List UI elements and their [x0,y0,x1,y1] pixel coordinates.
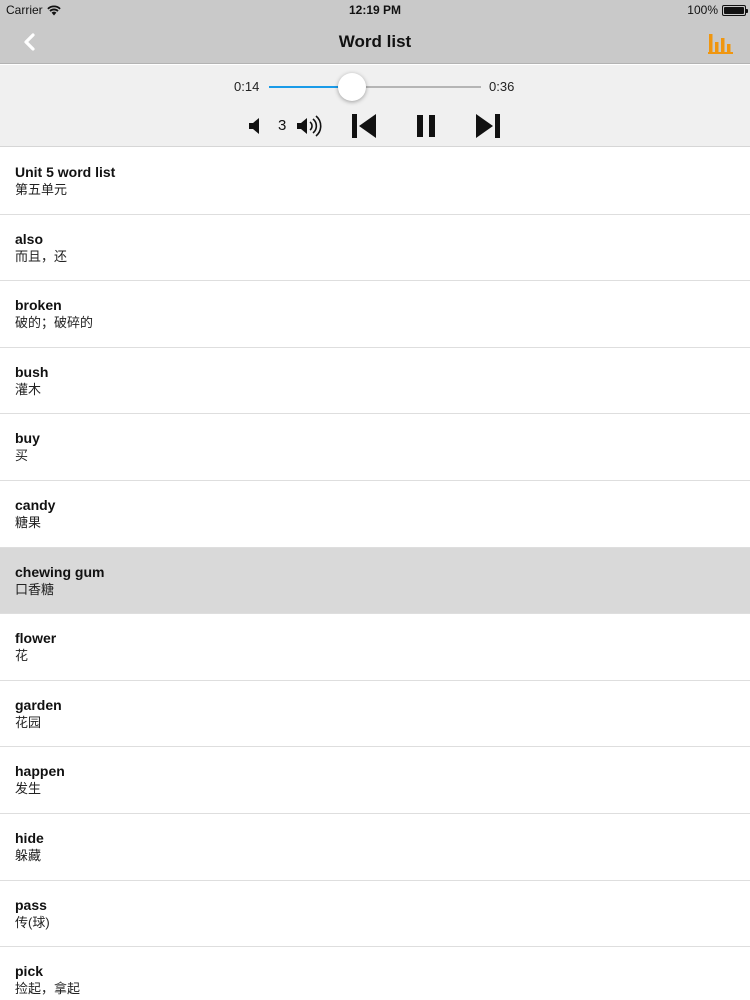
word-chinese: 而且，还 [15,248,68,264]
word-chinese: 糖果 [15,514,42,530]
word-english: garden [15,696,62,713]
bar-chart-icon [708,34,733,54]
word-chinese: 口香糖 [15,581,55,597]
word-english: hide [15,829,44,846]
word-chinese: 花园 [15,714,42,730]
word-english: also [15,230,44,247]
list-item[interactable]: Unit 5 word list 第五单元 [0,148,750,215]
word-english: buy [15,430,40,447]
page-title: Word list [338,32,412,51]
list-item[interactable]: happen 发生 [0,747,750,814]
word-list: Unit 5 word list 第五单元 also 而且，还 broken 破的；破… [0,148,750,1000]
word-chinese: 花 [15,648,29,664]
word-chinese: 买 [15,448,29,464]
list-item[interactable]: broken 破的；破碎的 [0,281,750,348]
list-item[interactable]: pick 捡起，拿起 [0,947,750,1000]
status-time: 12:19 PM [348,3,402,17]
progress-thumb[interactable] [337,73,366,101]
next-button[interactable] [474,113,502,139]
pause-icon [417,115,435,137]
status-bar: Carrier 12:19 PM 100% [0,0,750,20]
battery-percent: 100% [687,3,718,17]
word-english: Unit 5 word list [15,164,116,180]
volume-level: 3 [278,117,287,134]
pause-button[interactable] [414,113,438,139]
word-english: pass [15,896,47,913]
word-english: pick [15,963,44,980]
list-item[interactable]: hide 躲藏 [0,813,750,881]
word-chinese: 第五单元 [15,182,68,197]
list-item[interactable]: flower 花 [0,614,750,681]
word-chinese: 灌木 [15,381,42,397]
status-right: 100% [687,3,748,17]
word-chinese: 传(球) [15,914,50,930]
list-item[interactable]: garden 花园 [0,680,750,748]
skip-previous-icon [352,114,376,138]
speaker-icon [249,118,259,134]
word-chinese: 发生 [15,781,42,797]
word-english: candy [15,496,56,513]
word-english: chewing gum [15,563,105,580]
word-chinese: 躲藏 [15,847,42,863]
nav-bar: Word list [0,20,750,64]
list-item[interactable]: chewing gum 口香糖 [0,547,750,615]
list-item[interactable]: buy 买 [0,414,750,481]
word-english: bush [15,363,49,380]
volume-down-button[interactable] [247,115,265,137]
battery-icon [722,4,748,16]
elapsed-time: 0:14 [234,79,260,94]
list-item[interactable]: bush 灌木 [0,347,750,415]
word-chinese: 破的；破碎的 [15,315,94,331]
previous-button[interactable] [350,113,378,139]
list-item[interactable]: pass 传(球) [0,880,750,948]
word-english: broken [15,297,62,314]
list-item[interactable]: candy 糖果 [0,480,750,548]
audio-player: 0:14 0:36 3 [0,65,750,147]
volume-up-button[interactable] [295,114,327,138]
chart-button[interactable] [706,28,736,56]
speaker-loud-icon [297,115,322,137]
word-chinese: 捡起，拿起 [15,981,81,997]
word-english: happen [15,763,65,780]
total-time: 0:36 [489,79,515,94]
word-english: flower [15,630,57,647]
skip-next-icon [476,114,500,138]
list-item[interactable]: also 而且，还 [0,214,750,282]
progress-slider[interactable] [269,73,481,101]
